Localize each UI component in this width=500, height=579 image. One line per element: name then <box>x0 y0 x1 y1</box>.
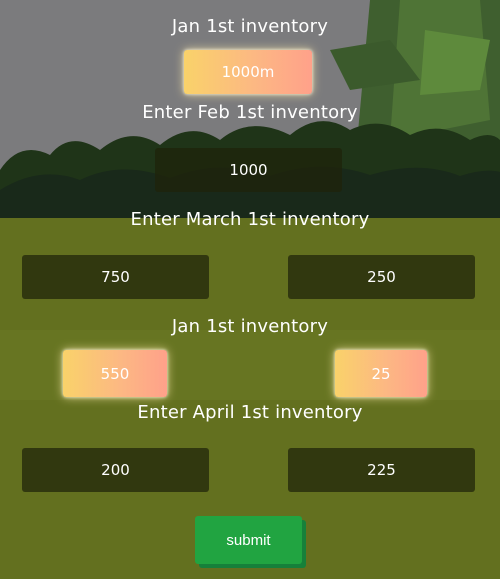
inventory-token-right[interactable]: 25 <box>335 350 427 397</box>
inventory-input-march-left[interactable]: 750 <box>22 255 209 299</box>
inventory-input-april-right[interactable]: 225 <box>288 448 475 492</box>
row-label-march: Enter March 1st inventory <box>130 209 370 230</box>
row-label-jan-2: Jan 1st inventory <box>171 316 329 337</box>
inventory-token-left[interactable]: 550 <box>63 350 167 397</box>
inventory-input-april-left[interactable]: 200 <box>22 448 209 492</box>
row-label-feb: Enter Feb 1st inventory <box>142 102 358 123</box>
submit-button[interactable]: submit <box>195 516 302 564</box>
row-label-jan: Jan 1st inventory <box>171 16 329 37</box>
inventory-input-feb[interactable]: 1000 <box>155 148 342 192</box>
inventory-token[interactable]: 1000m <box>184 50 312 94</box>
row-label-april: Enter April 1st inventory <box>137 402 363 423</box>
inventory-input-march-right[interactable]: 250 <box>288 255 475 299</box>
